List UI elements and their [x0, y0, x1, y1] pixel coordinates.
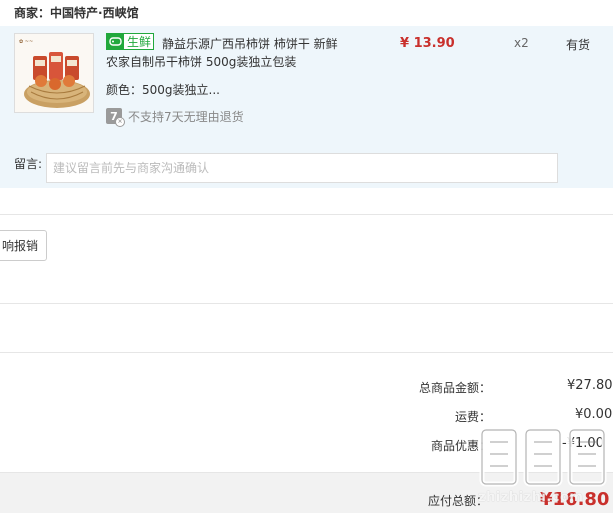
watermark-text: zhizhizhi.com — [478, 490, 584, 505]
merchant-name[interactable]: 商家：中国特产·西峡馆 — [14, 4, 139, 21]
quantity: x2 — [514, 36, 529, 50]
no-return-x-icon: × — [115, 117, 125, 127]
message-input[interactable] — [46, 153, 558, 183]
section-divider — [0, 352, 613, 353]
fresh-badge: 生鲜 — [106, 33, 154, 50]
section-divider — [0, 214, 613, 215]
merchant-label: 商家： — [14, 6, 51, 20]
message-label: 留言: — [14, 157, 43, 171]
return-policy-text: 不支持7天无理由退货 — [128, 109, 244, 124]
color-spec: 颜色：500g装独立... — [106, 81, 220, 98]
discount-value: -¥1.00 — [562, 436, 604, 451]
unit-price: ¥ 13.90 — [400, 36, 455, 51]
product-title-line2[interactable]: 农家自制吊干柿饼 500g装独立包装 — [106, 53, 296, 70]
discount-label: 商品优惠： — [431, 439, 492, 453]
fresh-badge-label: 生鲜 — [127, 35, 152, 49]
product-thumbnail[interactable]: ✿ ~~ — [14, 33, 94, 113]
color-spec-value: 500g装独立... — [142, 83, 220, 97]
product-title-line1[interactable]: 静益乐源广西吊柿饼 柿饼干 新鲜 — [162, 35, 338, 52]
reimbursement-button-label: 响报销 — [1, 239, 38, 253]
svg-text:✿ ~~: ✿ ~~ — [19, 39, 33, 45]
return-policy: 7 × 不支持7天无理由退货 — [106, 107, 244, 127]
stock-status: 有货 — [566, 38, 591, 52]
merchant-store-name: 中国特产·西峡馆 — [50, 6, 139, 20]
total-goods-label: 总商品金额： — [419, 381, 492, 395]
merchant-header: 商家：中国特产·西峡馆 — [0, 0, 613, 26]
total-goods-value: ¥27.80 — [567, 378, 613, 393]
no-return-icon: 7 × — [106, 108, 125, 127]
section-divider — [0, 303, 613, 304]
persimmon-basket-image: ✿ ~~ — [15, 34, 93, 112]
fresh-icon — [107, 34, 124, 49]
reimbursement-button[interactable]: 响报销 — [0, 230, 47, 261]
shipping-value: ¥0.00 — [575, 407, 613, 422]
color-spec-label: 颜色： — [106, 83, 143, 97]
shipping-label: 运费： — [455, 410, 492, 424]
